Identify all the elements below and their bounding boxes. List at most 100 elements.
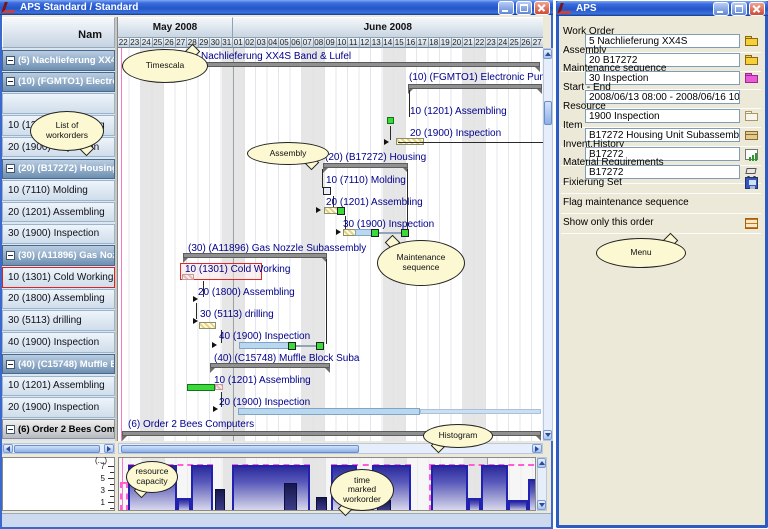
close-button[interactable] [534,1,550,15]
gantt-planned-bar[interactable] [199,322,216,329]
workorder-row[interactable]: 40 (1900) Inspection [2,332,115,353]
workorder-group-row[interactable]: (30) (A11896) Gas Nozzle [2,245,115,266]
workorder-row[interactable]: 10 (7110) Molding [2,180,115,201]
workorder-row[interactable]: 10 (1301) Cold Working [2,267,115,288]
workorder-group-row[interactable]: (5) Nachlieferung XX4S Ba [2,50,115,71]
gantt-summary-bar[interactable] [122,431,541,436]
gantt-task-bar[interactable] [239,342,290,349]
day-cell: 03 [256,38,268,48]
workorder-group-row[interactable]: (20) (B17272) Housing Uni [2,159,115,180]
row-label: 10 (1301) Cold Working [8,272,113,283]
workorder-group-row[interactable]: (10) (FGMTO1) Electronic [2,72,115,93]
collapse-icon[interactable] [6,164,15,173]
gantt-summary-bar[interactable] [210,363,330,368]
minimize-button[interactable] [498,1,514,15]
gantt-task-label: (20) (B17272) Housing [325,153,426,163]
workorder-row[interactable]: 10 (1201) Assembling [2,115,115,136]
gantt-summary-bar[interactable] [408,84,542,89]
aps-minimize-button[interactable] [713,2,729,16]
field-input-start-end[interactable]: 2008/06/13 08:00 - 2008/06/16 10:32 [585,90,740,104]
chart-icon[interactable] [744,147,760,161]
gantt-summary-bar[interactable] [180,62,540,67]
workorder-group-row[interactable]: (6) Order 2 Bees Compute [2,419,115,440]
scroll-up-button[interactable] [543,49,552,59]
weekend-stripe [383,48,406,441]
gantt-summary-bar[interactable] [323,163,408,168]
gantt-fixed-marker[interactable] [288,342,296,350]
user-computer-icon[interactable] [744,176,760,190]
day-cell: 15 [394,38,406,48]
main-titlebar[interactable]: APS Standard / Standard [0,0,553,15]
collapse-icon[interactable] [6,360,15,369]
field-input-work-order[interactable]: 5 Nachlieferung XX4S [585,34,740,48]
folder-yellow-icon[interactable] [744,53,760,67]
gantt-task-bar[interactable] [355,229,372,236]
workorder-row[interactable]: 20 (1900) Inspection [2,397,115,418]
marked-workorder-bar [377,500,391,511]
gantt-task-bar[interactable] [420,409,541,414]
workorder-group-row[interactable]: (40) (C15748) Muffle Block [2,354,115,375]
aps-close-button[interactable] [749,2,765,16]
gantt-fixed-marker[interactable] [316,342,324,350]
gantt-done-bar[interactable] [187,384,215,391]
empty-row[interactable] [2,93,115,114]
folder-plain-icon[interactable] [744,109,760,123]
aps-maximize-button[interactable] [731,2,747,16]
gantt-task-bar[interactable] [238,408,420,415]
scroll-down-button[interactable] [543,430,552,440]
gantt-fixed-marker[interactable] [337,207,345,215]
scroll-up-button[interactable] [537,458,546,468]
day-cell: 31 [222,38,234,48]
grid-orange-icon[interactable] [744,216,760,230]
left-hscrollbar[interactable] [2,443,115,454]
aps-titlebar[interactable]: APS [556,1,768,16]
gantt-marked-bar[interactable] [215,384,223,390]
scroll-thumb[interactable] [544,101,552,125]
gantt-done-bar[interactable] [387,117,394,124]
scroll-thumb[interactable] [121,445,359,453]
collapse-icon[interactable] [6,251,15,260]
gantt-milestone-box[interactable] [323,187,331,195]
workorder-row[interactable]: 30 (1900) Inspection [2,224,115,245]
folder-magenta-icon[interactable] [744,71,760,85]
scroll-right-button[interactable] [532,444,542,453]
histogram-vscrollbar[interactable] [537,457,547,511]
gantt-summary-bar[interactable] [183,253,327,258]
gantt-hscrollbar[interactable] [118,443,543,454]
field-label-flag-maintenance-sequence: Flag maintenance sequence [563,197,689,208]
day-cell: 27 [532,38,543,48]
load-block [232,465,310,511]
load-block [177,498,191,511]
day-cell: 21 [463,38,475,48]
workorder-row[interactable]: 30 (5113) drilling [2,310,115,331]
gantt-link-arrow [213,406,218,412]
scroll-thumb[interactable] [14,445,100,453]
gantt-marked-bar[interactable] [182,274,194,280]
workorder-row[interactable]: 20 (1201) Assembling [2,202,115,223]
collapse-icon[interactable] [6,425,15,434]
gantt-vscrollbar[interactable] [543,48,553,441]
load-block [431,465,468,511]
field-input-resource[interactable]: 1900 Inspection [585,109,740,123]
scroll-left-button[interactable] [3,444,13,453]
day-cell: 18 [429,38,441,48]
maximize-button[interactable] [516,1,532,15]
folder-yellow-icon[interactable] [744,34,760,48]
workorder-row[interactable]: 10 (1201) Assembling [2,376,115,397]
gantt-fixed-marker[interactable] [371,229,379,237]
day-cell: 05 [279,38,291,48]
day-cell: 23 [486,38,498,48]
marked-workorder-bar [284,483,297,511]
gantt-planned-bar[interactable] [324,207,338,214]
scroll-down-button[interactable] [537,500,546,510]
workorder-row[interactable]: 20 (1900) Inspection [2,137,115,158]
workorder-row[interactable]: 20 (1800) Assembling [2,289,115,310]
collapse-icon[interactable] [6,77,15,86]
gantt-fixed-marker[interactable] [401,229,409,237]
scroll-right-button[interactable] [104,444,114,453]
package-icon[interactable] [744,128,760,142]
row-label: 20 (1900) Inspection [8,142,99,153]
axis-tick [108,502,114,503]
day-cell: 02 [245,38,257,48]
collapse-icon[interactable] [6,56,15,65]
